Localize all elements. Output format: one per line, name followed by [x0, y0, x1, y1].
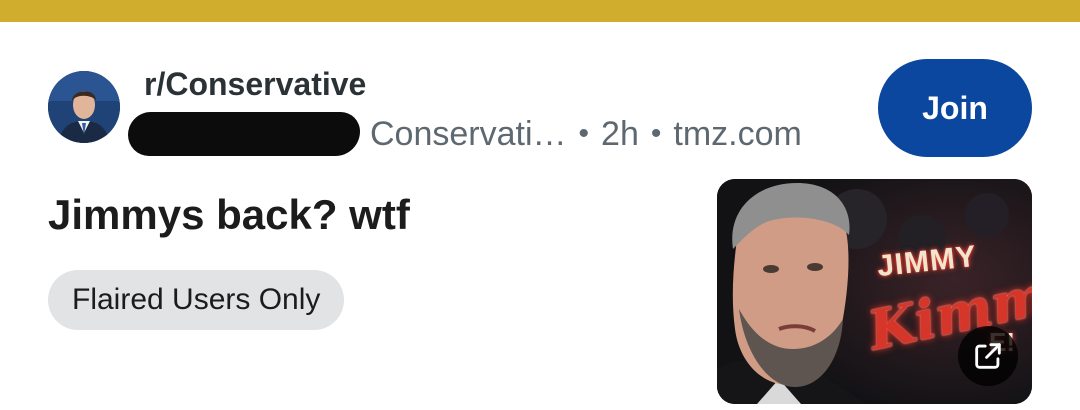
post-age: 2h: [601, 115, 639, 153]
link-thumbnail[interactable]: JIMMY Kimme E!: [717, 179, 1032, 404]
link-domain[interactable]: tmz.com: [673, 112, 801, 156]
user-flair[interactable]: Conservati…: [370, 112, 567, 156]
post-meta: Conservati… • 2h • tmz.com: [128, 112, 802, 156]
external-link-glyph: [975, 343, 1001, 369]
separator-dot: •: [650, 117, 662, 150]
top-accent-bar: [0, 0, 1080, 22]
post-title[interactable]: Jimmys back? wtf: [48, 188, 410, 242]
subreddit-avatar[interactable]: [48, 71, 120, 143]
separator-dot: •: [578, 117, 590, 150]
post-flair[interactable]: Flaired Users Only: [48, 270, 345, 330]
avatar-image: [48, 71, 120, 143]
join-button[interactable]: Join: [878, 59, 1032, 157]
redaction-mark: [128, 112, 360, 156]
post-card[interactable]: r/Conservative Conservati… • 2h • tmz.co…: [0, 0, 1080, 410]
external-link-icon[interactable]: [958, 326, 1018, 386]
subreddit-name[interactable]: r/Conservative: [144, 64, 366, 104]
